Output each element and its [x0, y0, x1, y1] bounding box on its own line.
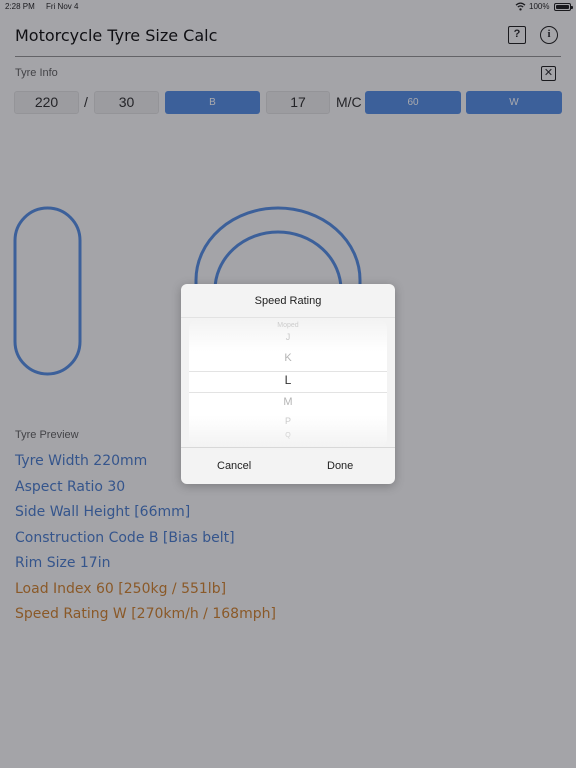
- picker-selection-band: [189, 371, 387, 393]
- picker-option[interactable]: Moped: [189, 322, 387, 329]
- picker-option[interactable]: J: [189, 332, 387, 342]
- picker-option[interactable]: K: [189, 352, 387, 364]
- speed-rating-picker: Speed Rating Moped J K L M P Q Cancel Do…: [181, 284, 395, 484]
- picker-footer-divider: [181, 447, 395, 448]
- picker-option[interactable]: P: [189, 416, 387, 426]
- picker-option[interactable]: Q: [189, 432, 387, 439]
- picker-title: Speed Rating: [254, 295, 322, 307]
- done-button[interactable]: Done: [327, 460, 353, 472]
- picker-title-divider: [181, 317, 395, 318]
- picker-option[interactable]: M: [189, 396, 387, 408]
- cancel-button[interactable]: Cancel: [217, 460, 251, 472]
